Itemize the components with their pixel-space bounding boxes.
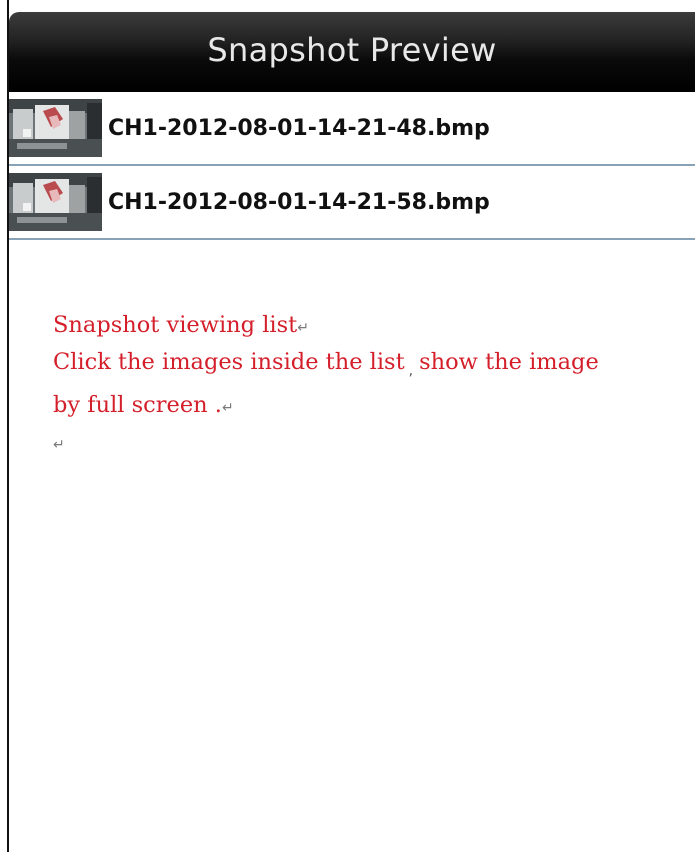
return-mark-icon: ↵ xyxy=(297,320,309,336)
snapshot-preview-screen: Snapshot Preview CH1-2012-08-01-14-21-48… xyxy=(0,0,695,852)
page-title: Snapshot Preview xyxy=(207,31,497,69)
snapshot-thumbnail-icon[interactable] xyxy=(9,173,102,231)
annotation-line-1: Snapshot viewing list↵ xyxy=(53,312,309,338)
snapshot-filename: CH1-2012-08-01-14-21-58.bmp xyxy=(108,189,490,215)
annotation-note: Snapshot viewing list↵ Click the images … xyxy=(53,308,693,462)
return-mark-icon: ↵ xyxy=(53,437,65,453)
title-bar: Snapshot Preview xyxy=(9,12,695,92)
list-item[interactable]: CH1-2012-08-01-14-21-48.bmp xyxy=(9,92,695,166)
snapshot-filename: CH1-2012-08-01-14-21-48.bmp xyxy=(108,115,490,141)
list-item[interactable]: CH1-2012-08-01-14-21-58.bmp xyxy=(9,166,695,240)
snapshot-list: CH1-2012-08-01-14-21-48.bmp CH1-2012-08-… xyxy=(9,92,695,240)
comma-mark: , xyxy=(408,363,414,379)
annotation-line-2: Click the images inside the list, show th… xyxy=(53,349,599,379)
app-content: Snapshot Preview CH1-2012-08-01-14-21-48… xyxy=(9,0,695,852)
return-mark-icon: ↵ xyxy=(221,400,234,416)
annotation-line-3: by full screen .↵ xyxy=(53,392,234,418)
annotation-line-4: ↵ xyxy=(53,425,693,462)
snapshot-thumbnail-icon[interactable] xyxy=(9,99,102,157)
left-frame-edge xyxy=(0,0,9,852)
